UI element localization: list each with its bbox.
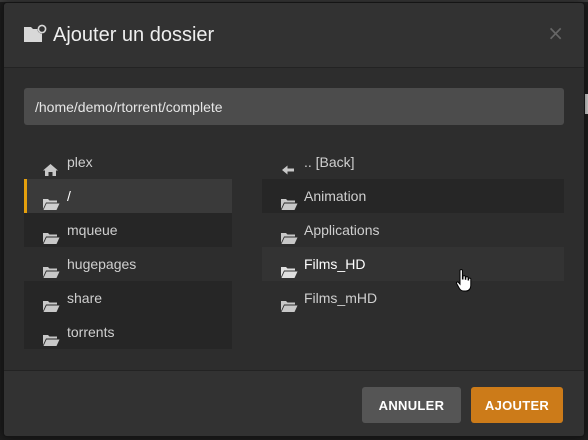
dialog-header: Ajouter un dossier × xyxy=(4,3,584,68)
list-item-animation[interactable]: Animation xyxy=(262,179,564,213)
folder-open-icon xyxy=(280,223,298,244)
list-item-films-hd[interactable]: Films_HD xyxy=(262,247,564,281)
folder-open-icon xyxy=(280,257,298,278)
list-item-label: Films_HD xyxy=(304,256,366,272)
folder-open-icon xyxy=(42,223,60,244)
dialog-title: Ajouter un dossier xyxy=(53,24,215,46)
left-folder-list: plex / mqueue hugepages share torrents xyxy=(24,145,232,349)
list-item-label: mqueue xyxy=(67,222,118,238)
dialog-body: plex / mqueue hugepages xyxy=(4,68,584,370)
list-item-label: / xyxy=(67,188,71,204)
folder-open-icon xyxy=(280,189,298,210)
folder-open-icon xyxy=(42,291,60,312)
close-icon[interactable]: × xyxy=(547,21,564,45)
list-item-label: plex xyxy=(67,154,93,170)
list-item-root[interactable]: / xyxy=(24,179,232,213)
list-item-label: .. [Back] xyxy=(304,154,355,170)
list-item-label: Films_mHD xyxy=(304,290,378,306)
list-item-label: hugepages xyxy=(67,256,137,272)
list-item-label: Animation xyxy=(304,188,367,204)
list-item-torrents[interactable]: torrents xyxy=(24,315,232,349)
list-item-label: Applications xyxy=(304,222,380,238)
list-item-back[interactable]: .. [Back] xyxy=(262,145,564,179)
folder-open-icon xyxy=(42,325,60,346)
home-icon xyxy=(42,155,60,176)
list-item-films-mhd[interactable]: Films_mHD xyxy=(262,281,564,315)
folder-open-icon xyxy=(280,291,298,312)
add-folder-icon xyxy=(23,23,47,45)
add-folder-dialog: Ajouter un dossier × plex / xyxy=(3,2,585,437)
path-input[interactable] xyxy=(24,88,564,125)
dialog-footer: ANNULER AJOUTER xyxy=(4,370,584,436)
cancel-button[interactable]: ANNULER xyxy=(362,387,461,423)
list-item-hugepages[interactable]: hugepages xyxy=(24,247,232,281)
list-item-plex[interactable]: plex xyxy=(24,145,232,179)
list-item-share[interactable]: share xyxy=(24,281,232,315)
folder-open-icon xyxy=(42,189,60,210)
list-item-mqueue[interactable]: mqueue xyxy=(24,213,232,247)
list-item-applications[interactable]: Applications xyxy=(262,213,564,247)
list-item-label: share xyxy=(67,290,103,306)
add-button[interactable]: AJOUTER xyxy=(471,387,563,423)
folder-open-icon xyxy=(42,257,60,278)
right-folder-list: .. [Back] Animation Applications Films_H… xyxy=(262,145,564,315)
list-item-label: torrents xyxy=(67,324,115,340)
arrow-left-icon xyxy=(280,155,298,175)
